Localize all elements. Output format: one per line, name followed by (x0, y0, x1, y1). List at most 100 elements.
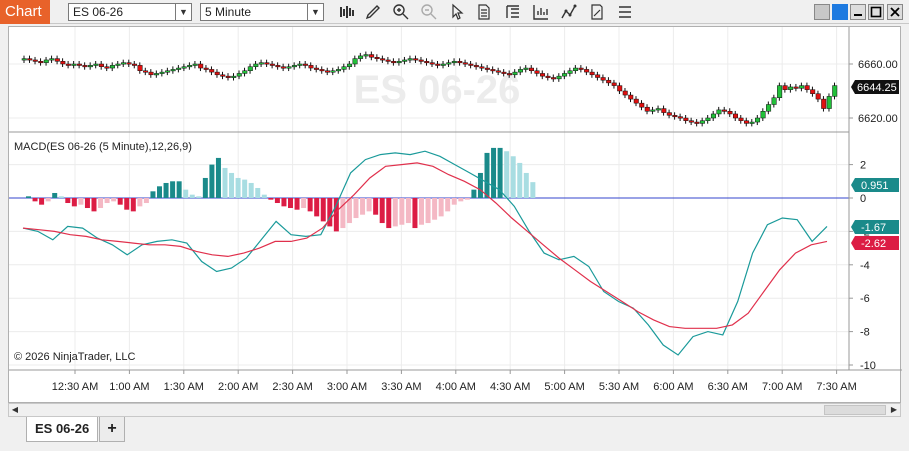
workspace-icon[interactable] (814, 4, 830, 20)
histogram-bar (163, 182, 169, 198)
instrument-tab-strip: ES 06-26 + (0, 417, 909, 451)
candle-body (777, 85, 783, 98)
histogram-bar (451, 198, 457, 205)
candle-body (639, 102, 645, 108)
macd-title: MACD(ES 06-26 (5 Minute),12,26,9) (14, 141, 192, 153)
histogram-bar (189, 194, 195, 198)
candle-body (473, 65, 479, 68)
histogram-bar (419, 198, 424, 225)
candle-body (799, 85, 805, 89)
candle-body (413, 58, 419, 61)
candle-body (501, 71, 507, 74)
candle-body (242, 70, 248, 74)
draw-tool-icon[interactable] (364, 3, 382, 21)
candle-body (82, 65, 88, 68)
candle-body (457, 61, 463, 64)
histogram-bar (137, 198, 143, 207)
zoom-out-icon[interactable] (420, 3, 438, 21)
candle-body (143, 70, 149, 73)
candle-body (479, 66, 485, 69)
macd-avg-marker: -2.62 (851, 236, 899, 250)
properties-icon[interactable] (588, 3, 606, 21)
histogram-bar (52, 192, 58, 198)
candle-body (236, 73, 242, 77)
tab-es-06-26[interactable]: ES 06-26 (26, 417, 98, 442)
time-axis-label: 2:00 AM (218, 381, 258, 393)
candle-body (556, 75, 562, 80)
candle-body (280, 66, 286, 69)
candle-body (27, 58, 33, 61)
candle-body (727, 111, 733, 115)
candle-body (21, 58, 27, 61)
price-marker-label: 6644.25 (857, 82, 897, 94)
templates-icon[interactable] (504, 3, 522, 21)
time-axis-label: 5:30 AM (599, 381, 639, 393)
candle-body (468, 63, 474, 66)
chart-panel[interactable]: ES 06-26 MACD(ES 06-26 (5 Minute),12,26,… (8, 26, 902, 404)
bar-type-icon[interactable] (338, 3, 356, 21)
candle-body (440, 63, 446, 66)
candle-body (744, 120, 750, 124)
scrollbar-thumb[interactable] (824, 405, 886, 415)
candle-body (446, 62, 452, 65)
candle-body (628, 94, 634, 100)
scroll-right-icon[interactable]: ▶ (888, 404, 900, 416)
candle-body (716, 109, 722, 115)
candle-body (187, 65, 193, 68)
candle-body (154, 73, 160, 76)
histogram-bar (248, 182, 254, 198)
horizontal-scrollbar[interactable]: ◀ ▶ (8, 403, 901, 417)
chart-canvas[interactable]: ES 06-26 MACD(ES 06-26 (5 Minute),12,26,… (9, 27, 902, 404)
candle-body (606, 79, 612, 84)
candle-body (517, 69, 523, 73)
candle-body (369, 54, 375, 58)
strategies-icon[interactable] (532, 3, 550, 21)
candle-body (666, 112, 672, 116)
histogram-bar (386, 198, 392, 229)
candle-body (821, 98, 827, 109)
scroll-left-icon[interactable]: ◀ (9, 404, 21, 416)
histogram-bar (523, 172, 529, 198)
candle-body (319, 69, 325, 72)
candle-body (407, 58, 413, 61)
histogram-bar (301, 198, 307, 209)
chevron-down-icon[interactable]: ▼ (307, 4, 323, 20)
candle-body (672, 115, 678, 118)
macd-value-label: -1.67 (861, 222, 886, 234)
more-icon[interactable] (616, 3, 634, 21)
candle-body (220, 74, 226, 77)
candle-body (782, 85, 788, 90)
histogram-bar (222, 167, 228, 198)
histogram-bar (39, 198, 45, 205)
histogram-bar (209, 164, 215, 198)
candle-body (694, 121, 700, 124)
interval-selector[interactable]: 5 Minute ▼ (200, 3, 324, 21)
zoom-in-icon[interactable] (392, 3, 410, 21)
chevron-down-icon[interactable]: ▼ (175, 4, 191, 20)
minimize-icon[interactable] (850, 4, 866, 20)
histogram-bar (229, 172, 235, 198)
candle-body (655, 108, 661, 111)
time-axis-label: 2:30 AM (272, 381, 312, 393)
candle-body (832, 85, 838, 97)
pointer-icon[interactable] (448, 3, 466, 21)
histogram-bar (392, 198, 398, 227)
close-icon[interactable] (887, 4, 903, 20)
link-color-icon[interactable] (832, 4, 848, 20)
indicators-icon[interactable] (560, 3, 578, 21)
histogram-bar (91, 198, 97, 212)
candle-body (611, 82, 617, 86)
add-tab-button[interactable]: + (99, 417, 125, 442)
candle-body (534, 70, 540, 74)
candle-body (788, 86, 794, 90)
maximize-icon[interactable] (868, 4, 884, 20)
data-box-icon[interactable] (475, 3, 493, 21)
chart-window-title[interactable]: Chart (0, 0, 50, 24)
instrument-selector[interactable]: ES 06-26 ▼ (68, 3, 192, 21)
macd-axis-label: -10 (860, 360, 876, 372)
candle-body (551, 77, 557, 80)
candle-body (93, 63, 99, 66)
histogram-bar (124, 198, 130, 210)
histogram-bar (379, 198, 385, 224)
histogram-bar (530, 182, 536, 198)
